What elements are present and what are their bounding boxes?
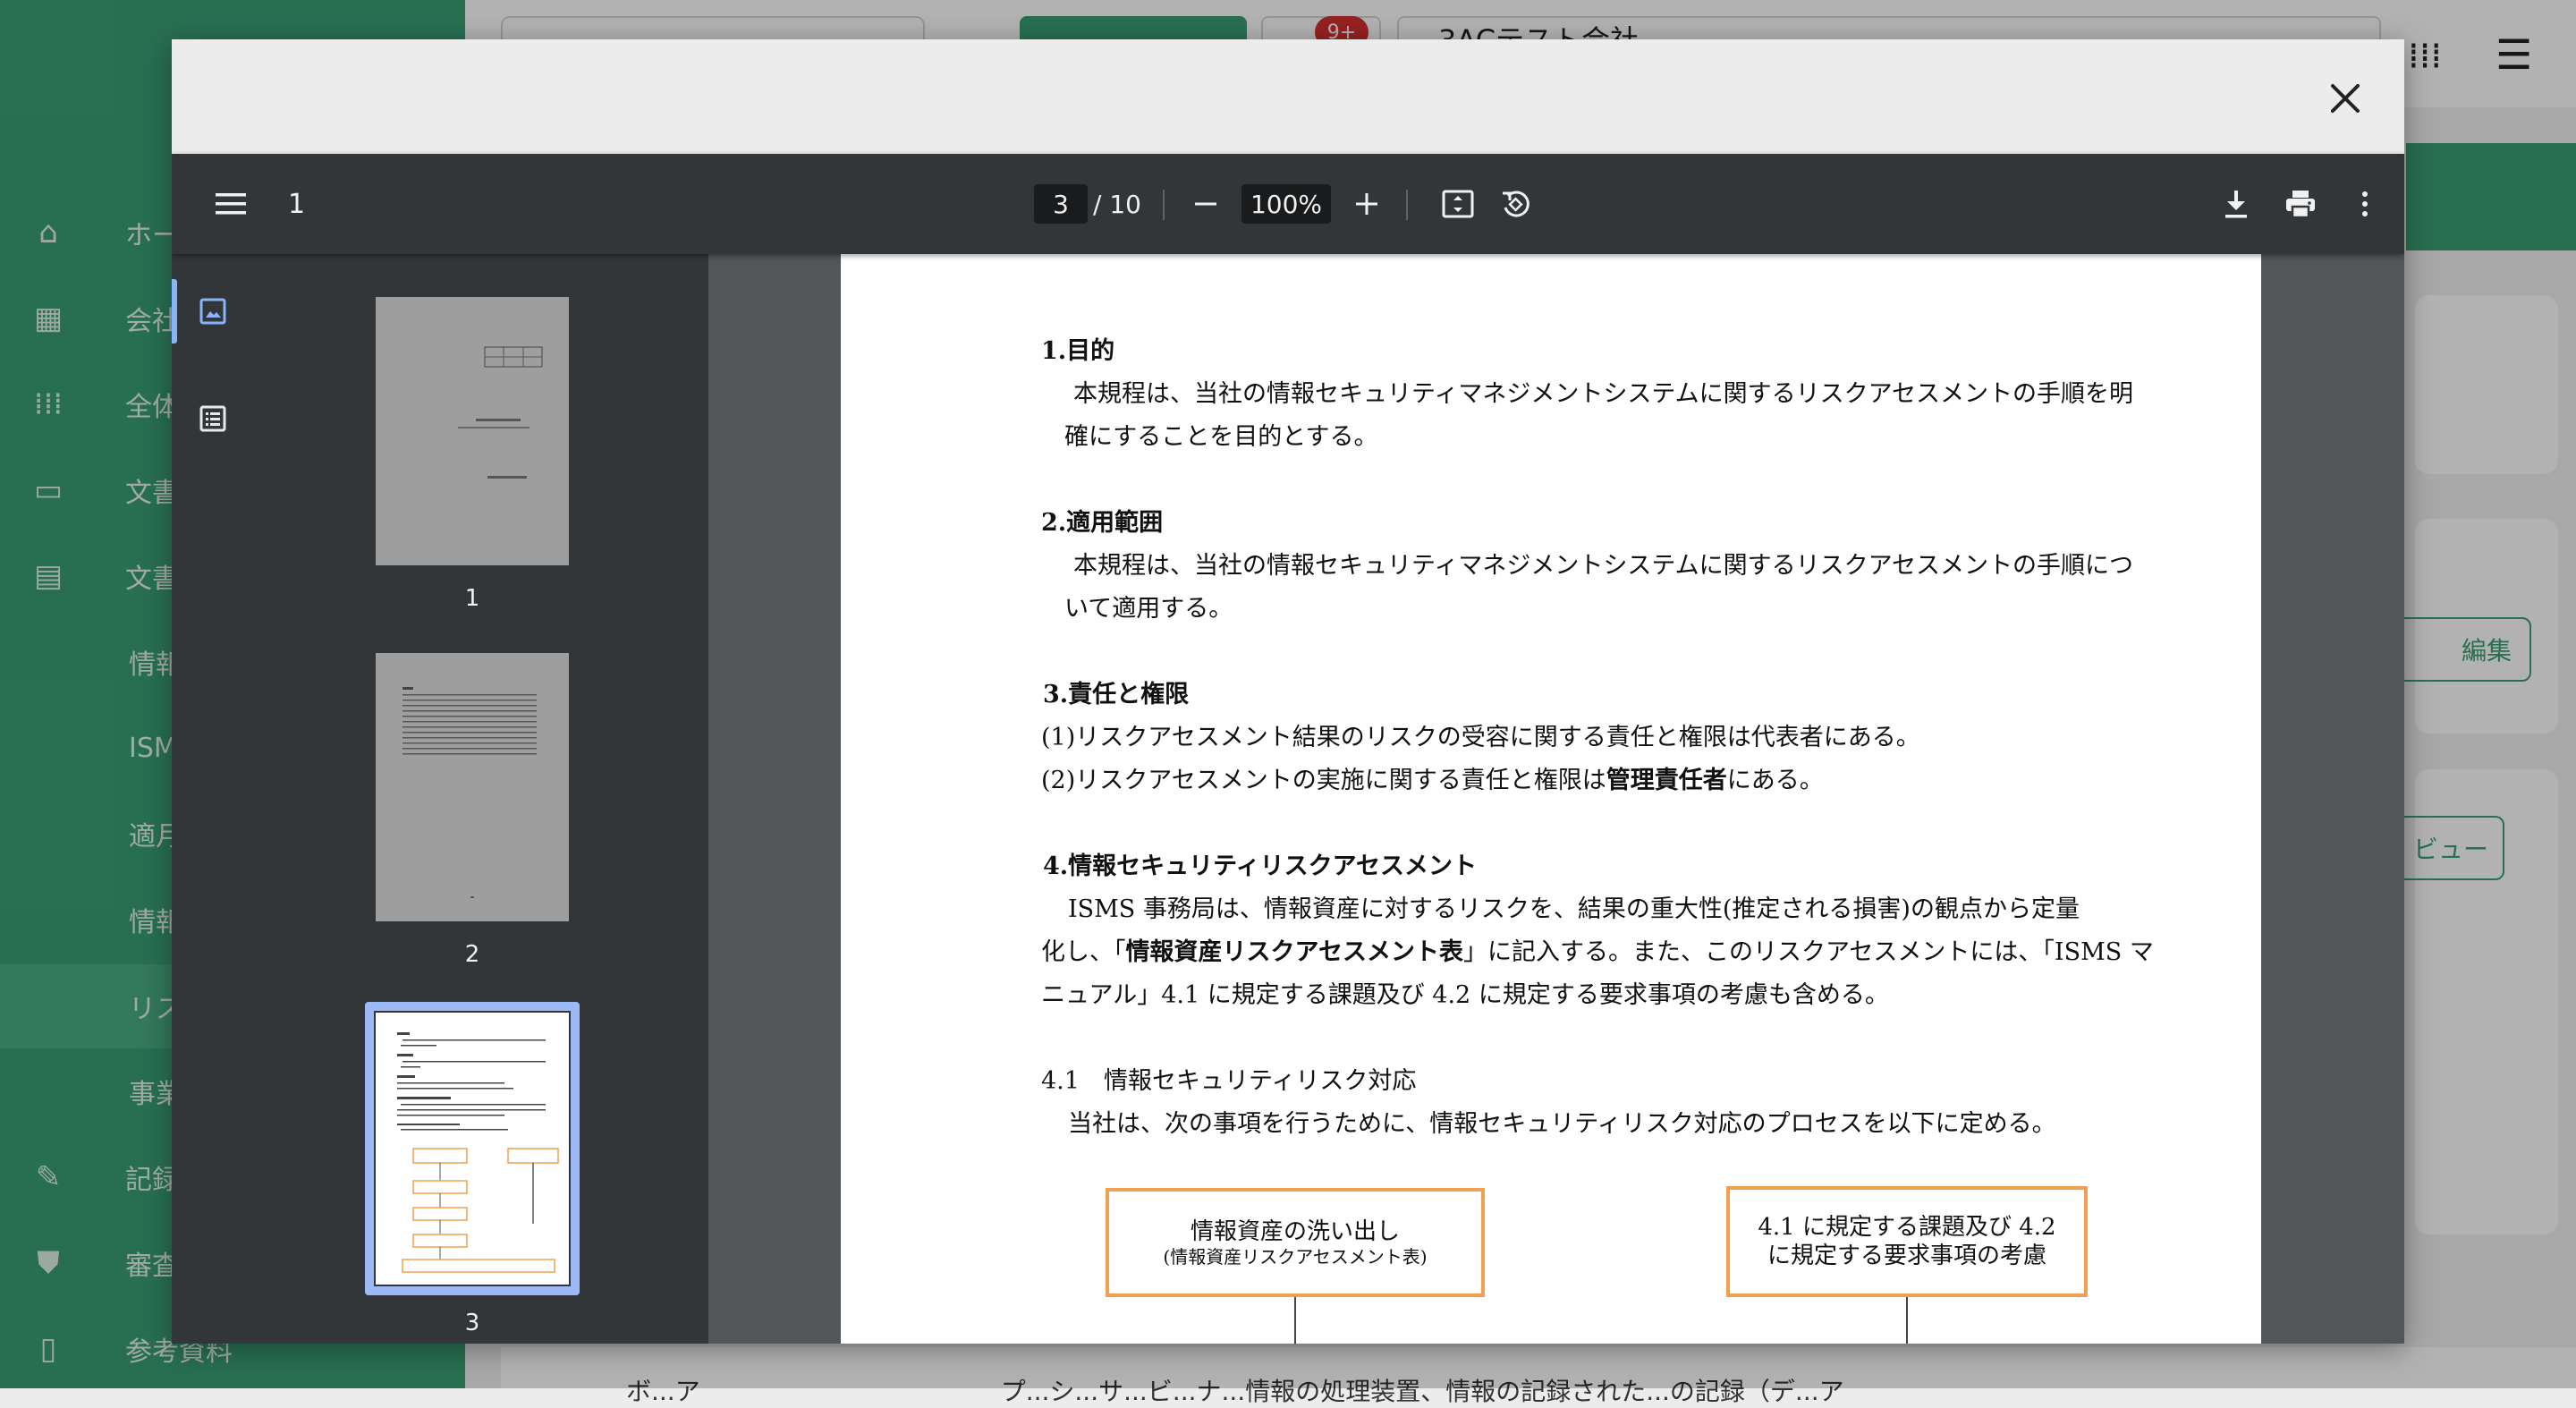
fit-page-icon bbox=[1442, 190, 1474, 218]
minus-icon bbox=[1195, 202, 1216, 206]
paragraph-line: (2)リスクアセスメントの実施に関する責任と権限は管理責任者にある。 bbox=[1041, 760, 1824, 795]
paragraph-line: 化し、「情報資産リスクアセスメント表」に記入する。また、このリスクアセスメントに… bbox=[1041, 932, 2154, 967]
page-number-input[interactable]: 3 bbox=[1034, 184, 1088, 224]
flowchart-box-requirements: 4.1 に規定する課題及び 4.2 に規定する要求事項の考慮 bbox=[1726, 1186, 2088, 1297]
section-heading: 3.責任と権限 bbox=[1043, 681, 1190, 708]
text-run: にある。 bbox=[1726, 767, 1824, 794]
bold-text-run: 情報資産リスクアセスメント表 bbox=[1125, 938, 1463, 966]
thumbnail-label: 2 bbox=[464, 941, 480, 968]
list-icon bbox=[199, 405, 226, 432]
more-options-button[interactable] bbox=[2342, 181, 2388, 227]
flowchart-box-line: 4.1 に規定する課題及び 4.2 bbox=[1758, 1214, 2056, 1241]
sidebar-toggle-button[interactable] bbox=[208, 181, 254, 227]
text-run: (2)リスクアセスメントの実施に関する責任と権限は bbox=[1041, 767, 1606, 794]
paragraph-line: いて適用する。 bbox=[1064, 595, 1233, 623]
thumbnail-image bbox=[376, 653, 569, 921]
more-vert-icon bbox=[2362, 191, 2368, 216]
rotate-icon bbox=[1503, 191, 1530, 217]
modal-header bbox=[172, 39, 2404, 154]
paragraph-line: (1)リスクアセスメント結果のリスクの受容に関する責任と権限は代表者にある。 bbox=[1041, 724, 1920, 751]
side-panel-tabs bbox=[172, 254, 243, 1344]
flowchart-connector bbox=[1906, 1297, 1908, 1344]
text-run: 化し、「 bbox=[1041, 938, 1126, 966]
close-icon bbox=[2331, 84, 2360, 113]
thumbnail-image bbox=[376, 297, 569, 565]
paragraph-line: 確にすることを目的とする。 bbox=[1064, 423, 1378, 451]
rotate-button[interactable] bbox=[1492, 181, 1538, 227]
paragraph-line: 本規程は、当社の情報セキュリティマネジメントシステムに関するリスクアセスメントの… bbox=[1073, 552, 2134, 580]
page-total: / 10 bbox=[1093, 189, 1141, 219]
toolbar-divider bbox=[1406, 190, 1408, 220]
flowchart-box-title: 情報資産の洗い出し bbox=[1190, 1218, 1400, 1245]
flowchart-box-line: に規定する要求事項の考慮 bbox=[1767, 1243, 2046, 1269]
section-heading: 2.適用範囲 bbox=[1041, 509, 1164, 537]
bold-text-run: 管理責任者 bbox=[1606, 767, 1727, 794]
zoom-input[interactable]: 100% bbox=[1241, 184, 1331, 224]
pdf-toolbar: 1 3 / 10 100% bbox=[172, 154, 2404, 254]
outline-tab[interactable] bbox=[191, 397, 234, 440]
subsection-heading: 4.1 情報セキュリティリスク対応 bbox=[1041, 1067, 1417, 1095]
document-title: 1 bbox=[288, 188, 306, 220]
toolbar-divider bbox=[1163, 190, 1165, 220]
zoom-out-button[interactable] bbox=[1182, 181, 1229, 227]
thumbnail-label: 3 bbox=[464, 1310, 480, 1336]
zoom-in-button[interactable] bbox=[1343, 181, 1390, 227]
section-heading: 1.目的 bbox=[1041, 337, 1115, 365]
print-icon bbox=[2286, 191, 2315, 219]
close-button[interactable] bbox=[2320, 73, 2370, 123]
print-button[interactable] bbox=[2277, 181, 2324, 227]
thumbnail-image bbox=[376, 1013, 569, 1285]
plus-icon bbox=[1356, 193, 1377, 215]
thumbnails-tab[interactable] bbox=[172, 279, 234, 344]
download-icon bbox=[2225, 191, 2247, 218]
text-run: 」に記入する。また、このリスクアセスメントには、「ISMS マ bbox=[1462, 938, 2154, 966]
document-viewport[interactable]: 1.目的 本規程は、当社の情報セキュリティマネジメントシステムに関するリスクアセ… bbox=[708, 254, 2404, 1344]
flowchart-box-asset-inventory: 情報資産の洗い出し (情報資産リスクアセスメント表) bbox=[1106, 1188, 1485, 1297]
paragraph-line: 本規程は、当社の情報セキュリティマネジメントシステムに関するリスクアセスメントの… bbox=[1073, 380, 2134, 408]
download-button[interactable] bbox=[2213, 181, 2259, 227]
flowchart-box-subtitle: (情報資産リスクアセスメント表) bbox=[1163, 1246, 1428, 1268]
paragraph-line: 当社は、次の事項を行うために、情報セキュリティリスク対応のプロセスを以下に定める… bbox=[1068, 1110, 2056, 1138]
section-heading: 4.情報セキュリティリスクアセスメント bbox=[1043, 852, 1478, 880]
flowchart-connector bbox=[1294, 1297, 1296, 1344]
paragraph-line: ISMS 事務局は、情報資産に対するリスクを、結果の重大性(推定される損害)の観… bbox=[1068, 895, 2080, 923]
thumbnail-label: 1 bbox=[464, 585, 480, 612]
pdf-preview-modal: 1 3 / 10 100% 1 2 3 1.目的 本規程は、当社の情報セキュリテ… bbox=[172, 39, 2404, 1344]
thumbnail-panel: 1 2 3 bbox=[172, 254, 708, 1344]
fit-to-page-button[interactable] bbox=[1435, 181, 1481, 227]
pdf-page: 1.目的 本規程は、当社の情報セキュリティマネジメントシステムに関するリスクアセ… bbox=[841, 254, 2261, 1344]
image-icon bbox=[199, 298, 226, 325]
hamburger-menu-icon bbox=[216, 193, 246, 215]
paragraph-line: ニュアル」4.1 に規定する課題及び 4.2 に規定する要求事項の考慮も含める。 bbox=[1041, 981, 1889, 1009]
